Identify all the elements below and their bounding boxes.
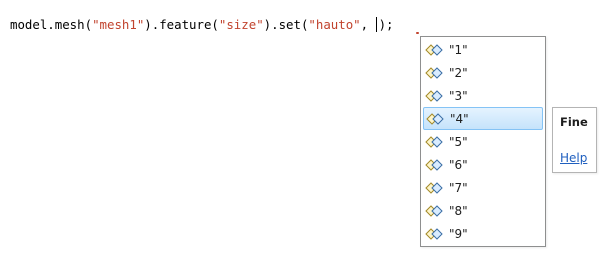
completion-item[interactable]: "8" xyxy=(423,199,543,222)
string-token: "hauto" xyxy=(308,17,361,32)
code-line[interactable]: model.mesh("mesh1").feature("size").set(… xyxy=(10,17,393,33)
code-token: , xyxy=(360,17,376,32)
completion-item[interactable]: "5" xyxy=(423,130,543,153)
completion-label: "1" xyxy=(449,42,468,57)
text-caret xyxy=(375,17,377,32)
string-token: "mesh1" xyxy=(92,17,145,32)
code-token: ); xyxy=(378,17,394,32)
help-link[interactable]: Help xyxy=(560,151,587,165)
completion-label: "8" xyxy=(449,203,468,218)
value-item-icon xyxy=(425,43,443,56)
code-token: ).set( xyxy=(263,17,309,32)
completion-label: "6" xyxy=(449,157,468,172)
completion-item[interactable]: "2" xyxy=(423,61,543,84)
code-token: ).feature( xyxy=(144,17,219,32)
value-item-icon xyxy=(425,227,443,240)
completion-label: "7" xyxy=(449,180,468,195)
completion-item[interactable]: "6" xyxy=(423,153,543,176)
completion-label: "5" xyxy=(449,134,468,149)
value-item-icon xyxy=(425,204,443,217)
tooltip-title: Fine xyxy=(560,115,588,129)
autocomplete-list[interactable]: "1" "2" "3" "4" "5" "6" "7" "8" "9" xyxy=(420,36,546,247)
completion-label: "9" xyxy=(449,226,468,241)
completion-item[interactable]: "7" xyxy=(423,176,543,199)
completion-item[interactable]: "9" xyxy=(423,222,543,245)
completion-label: "4" xyxy=(450,111,469,126)
value-item-icon xyxy=(425,181,443,194)
completion-item[interactable]: "1" xyxy=(423,38,543,61)
code-token: model.mesh( xyxy=(10,17,93,32)
completion-item[interactable]: "3" xyxy=(423,84,543,107)
value-item-icon xyxy=(425,66,443,79)
completion-label: "3" xyxy=(449,88,468,103)
value-item-icon xyxy=(425,89,443,102)
value-item-icon xyxy=(425,135,443,148)
code-editor[interactable]: model.mesh("mesh1").feature("size").set(… xyxy=(0,0,604,266)
item-description-tooltip: Fine Help xyxy=(552,107,597,173)
string-token: "size" xyxy=(218,17,264,32)
completion-label: "2" xyxy=(449,65,468,80)
completion-item-selected[interactable]: "4" xyxy=(423,107,543,130)
value-item-icon xyxy=(425,158,443,171)
value-item-icon xyxy=(426,112,444,125)
error-marker xyxy=(416,32,419,34)
